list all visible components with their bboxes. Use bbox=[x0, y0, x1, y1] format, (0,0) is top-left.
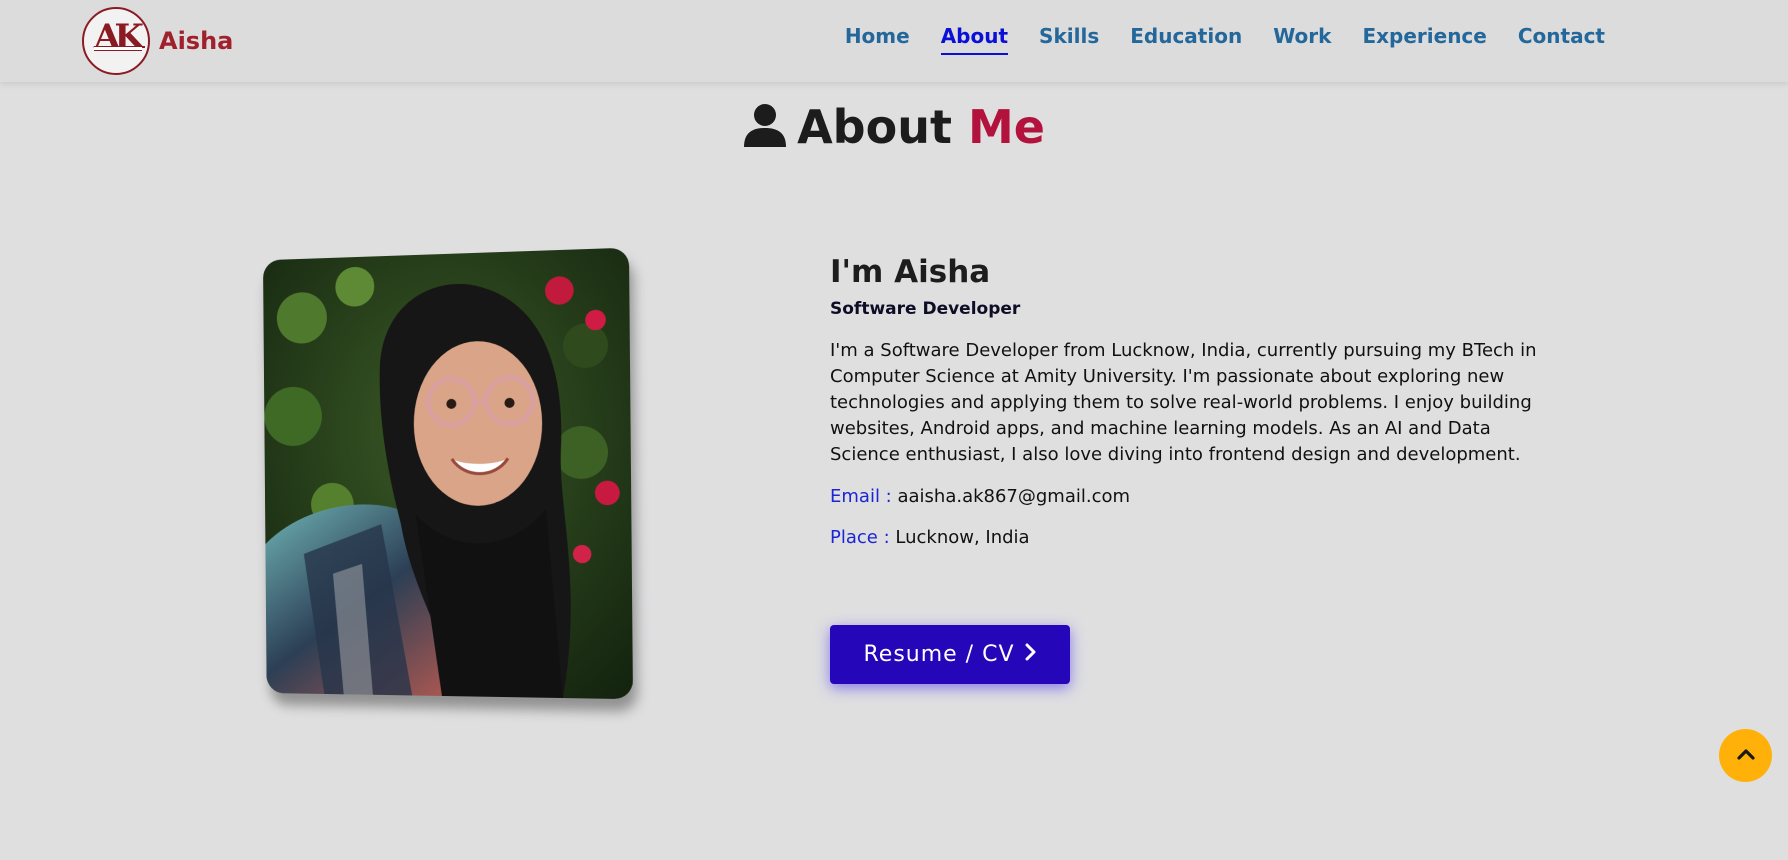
brand-name[interactable]: Aisha bbox=[159, 27, 233, 55]
resume-button[interactable]: Resume / CV bbox=[830, 625, 1070, 684]
logo-monogram: AK bbox=[94, 17, 144, 57]
nav-contact[interactable]: Contact bbox=[1518, 24, 1605, 55]
section-title: About Me bbox=[0, 100, 1788, 158]
nav-education[interactable]: Education bbox=[1130, 24, 1242, 55]
chevron-up-icon bbox=[1736, 746, 1756, 765]
place-value: Lucknow, India bbox=[895, 527, 1030, 548]
place-row: Place : Lucknow, India bbox=[830, 527, 1550, 548]
main-nav: Home About Skills Education Work Experie… bbox=[814, 24, 1605, 55]
about-content: I'm Aisha Software Developer I'm a Softw… bbox=[830, 254, 1550, 548]
user-icon bbox=[743, 103, 787, 158]
email-label: Email : bbox=[830, 486, 892, 507]
nav-experience[interactable]: Experience bbox=[1362, 24, 1486, 55]
section-title-accent: Me bbox=[967, 100, 1045, 154]
resume-button-label: Resume / CV bbox=[863, 642, 1015, 667]
place-label: Place : bbox=[830, 527, 890, 548]
nav-skills[interactable]: Skills bbox=[1039, 24, 1099, 55]
section-title-main: About bbox=[797, 100, 952, 154]
brand[interactable]: AK Aisha bbox=[82, 7, 233, 75]
about-bio: I'm a Software Developer from Lucknow, I… bbox=[830, 340, 1537, 465]
site-header: AK Aisha Home About Skills Education Wor… bbox=[0, 0, 1788, 82]
nav-work[interactable]: Work bbox=[1273, 24, 1331, 55]
nav-home[interactable]: Home bbox=[845, 24, 910, 55]
email-row: Email : aaisha.ak867@gmail.com bbox=[830, 486, 1550, 507]
nav-about[interactable]: About bbox=[940, 24, 1009, 55]
scroll-to-top-button[interactable] bbox=[1719, 729, 1772, 782]
email-value[interactable]: aaisha.ak867@gmail.com bbox=[897, 486, 1130, 507]
about-name: I'm Aisha bbox=[830, 254, 991, 290]
profile-photo bbox=[263, 247, 633, 700]
chevron-right-icon bbox=[1025, 642, 1037, 667]
logo-band bbox=[94, 46, 142, 51]
about-role: Software Developer bbox=[830, 299, 1021, 319]
logo[interactable]: AK bbox=[82, 7, 150, 75]
